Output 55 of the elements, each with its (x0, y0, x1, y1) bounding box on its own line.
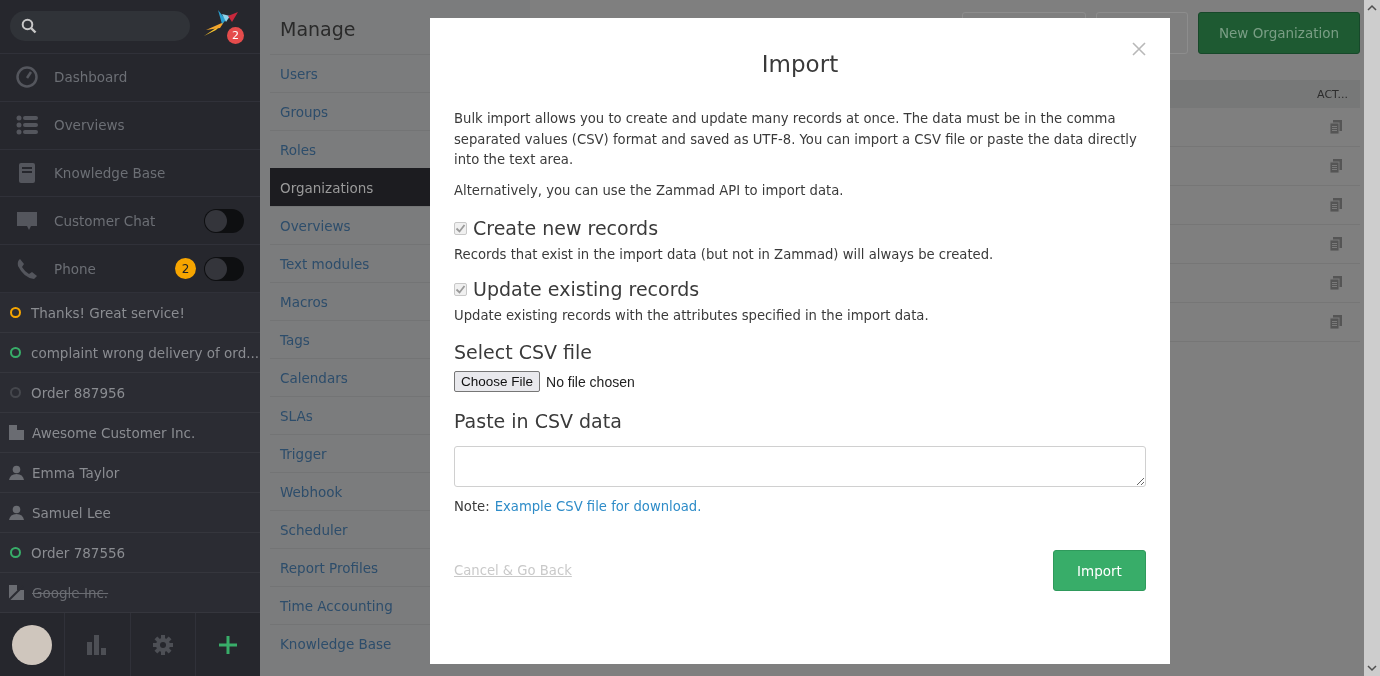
task-item[interactable]: Awesome Customer Inc. (0, 413, 260, 454)
task-label: Order 887956 (31, 384, 126, 401)
list-icon (16, 115, 38, 136)
task-label: Thanks! Great service! (31, 304, 185, 321)
bar-chart-icon[interactable] (87, 634, 108, 655)
column-header: ACT... (1317, 87, 1348, 101)
task-label: Order 787556 (31, 544, 126, 561)
book-icon (16, 162, 38, 184)
phone-icon (16, 257, 38, 280)
choose-file-button[interactable]: Choose File (454, 371, 541, 392)
copy-icon[interactable] (1330, 315, 1342, 329)
task-item[interactable]: Emma Taylor (0, 453, 260, 494)
nav-item[interactable]: Overviews (0, 101, 260, 150)
person-icon (9, 465, 24, 481)
plus-icon[interactable] (217, 634, 238, 655)
task-label: Awesome Customer Inc. (32, 424, 196, 441)
count-badge: 2 (175, 258, 196, 280)
building-icon (9, 585, 24, 601)
search-field[interactable] (10, 11, 190, 42)
building-icon (9, 425, 24, 441)
nav-item[interactable]: Dashboard (0, 53, 260, 102)
scroll-up-icon[interactable] (1367, 4, 1377, 12)
task-label: Samuel Lee (32, 504, 111, 521)
scroll-down-icon[interactable] (1367, 664, 1377, 672)
nav-label: Customer Chat (54, 212, 157, 229)
copy-icon[interactable] (1330, 159, 1342, 173)
avatar[interactable] (12, 624, 53, 665)
person-icon (9, 505, 24, 521)
copy-icon[interactable] (1330, 276, 1342, 290)
import-button[interactable]: Import (1053, 550, 1146, 591)
nav-label: Overviews (54, 117, 126, 134)
file-status: No file chosen (546, 373, 635, 390)
nav-item[interactable]: Customer Chat (0, 197, 260, 246)
task-item[interactable]: Samuel Lee (0, 493, 260, 534)
task-label: complaint wrong delivery of ord... (31, 344, 260, 361)
task-label: Emma Taylor (32, 464, 120, 481)
new-organization-button[interactable]: New Organization (1198, 12, 1360, 54)
chat-bubble-icon (16, 210, 38, 231)
copy-icon[interactable] (1330, 237, 1342, 251)
search-icon (21, 18, 37, 35)
dialog-title: Import (760, 51, 840, 77)
close-icon[interactable] (1132, 42, 1146, 56)
copy-icon[interactable] (1330, 198, 1342, 212)
task-label: Google Inc. (32, 584, 109, 601)
nav-item[interactable]: Knowledge Base (0, 149, 260, 198)
nav-label: Knowledge Base (54, 165, 167, 181)
nav-label: Dashboard (54, 69, 129, 86)
gauge-icon (16, 66, 38, 89)
copy-icon[interactable] (1330, 120, 1342, 134)
nav-label: Phone (54, 260, 97, 277)
notification-badge: 2 (227, 27, 244, 45)
csv-text-area[interactable] (454, 446, 1146, 487)
manage-heading: Manage (279, 18, 357, 42)
toggle-switch[interactable] (204, 256, 244, 281)
toggle-switch[interactable] (204, 208, 244, 233)
